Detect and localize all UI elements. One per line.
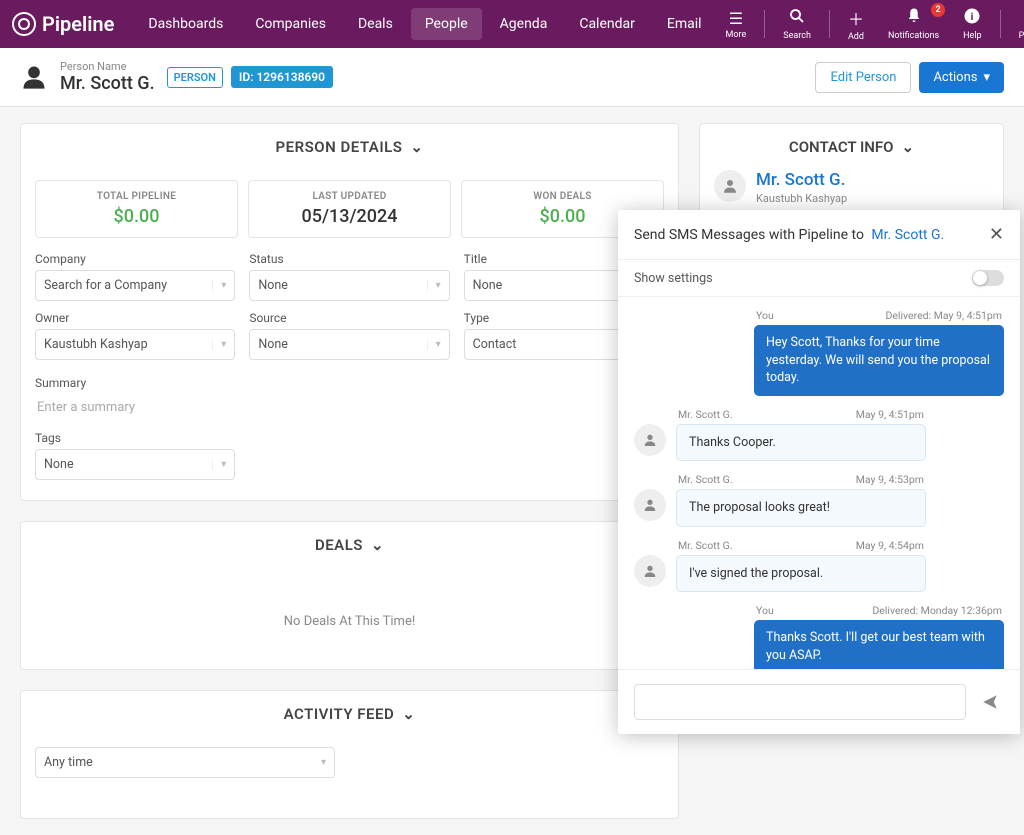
nav-dashboards[interactable]: Dashboards (134, 8, 237, 40)
chevron-down-icon: ⌄ (371, 536, 384, 554)
search-icon (788, 7, 806, 29)
source-select[interactable]: None▾ (249, 329, 449, 360)
sms-message-in: The proposal looks great! (676, 489, 926, 527)
nav-deals[interactable]: Deals (344, 8, 407, 40)
tags-select[interactable]: None▾ (35, 449, 235, 480)
chevron-down-icon: ▾ (212, 280, 226, 291)
stat-last-updated: LAST UPDATED 05/13/2024 (248, 180, 451, 238)
chevron-down-icon: ▾ (321, 757, 326, 768)
sms-title: Send SMS Messages with Pipeline to Mr. S… (634, 227, 944, 243)
sms-message-in: Thanks Cooper. (676, 424, 926, 462)
deals-empty-message: No Deals At This Time! (35, 614, 664, 629)
nav-profile[interactable]: Profile (1009, 3, 1024, 45)
nav-people[interactable]: People (411, 8, 482, 40)
chevron-down-icon: ▾ (427, 339, 441, 350)
edit-person-button[interactable]: Edit Person (815, 62, 911, 93)
nav-email[interactable]: Email (653, 8, 716, 40)
chevron-down-icon: ⌄ (410, 138, 423, 156)
send-icon (981, 693, 999, 711)
person-avatar-icon (20, 63, 48, 91)
close-icon[interactable]: ✕ (989, 224, 1004, 245)
contact-avatar (714, 170, 746, 202)
activity-time-filter[interactable]: Any time ▾ (35, 747, 335, 778)
contact-info-heading[interactable]: CONTACT INFO ⌄ (700, 124, 1003, 170)
brand[interactable]: Pipeline (12, 12, 114, 36)
menu-icon: ☰ (729, 9, 743, 28)
nav-calendar[interactable]: Calendar (565, 8, 649, 40)
tags-label: Tags (35, 431, 235, 445)
info-icon: i (963, 7, 981, 29)
contact-name-link[interactable]: Mr. Scott G. (756, 170, 847, 190)
person-details-panel: PERSON DETAILS ⌄ TOTAL PIPELINE $0.00 LA… (20, 123, 679, 501)
type-chip: PERSON (167, 67, 223, 88)
company-label: Company (35, 252, 235, 266)
contact-info-panel: CONTACT INFO ⌄ Mr. Scott G. Kaustubh Kas… (699, 123, 1004, 220)
chevron-down-icon: ▾ (212, 459, 226, 470)
nav-agenda[interactable]: Agenda (486, 8, 562, 40)
notification-badge: 2 (931, 3, 945, 17)
deals-panel: DEALS ⌄ No Deals At This Time! (20, 521, 679, 670)
status-label: Status (249, 252, 449, 266)
chevron-down-icon: ⌄ (902, 138, 915, 156)
sms-compose-input[interactable] (634, 684, 966, 720)
sms-settings-toggle[interactable] (972, 270, 1004, 286)
owner-label: Owner (35, 311, 235, 325)
chevron-down-icon: ▾ (427, 280, 441, 291)
deals-heading[interactable]: DEALS ⌄ (21, 522, 678, 568)
sms-recipient-link[interactable]: Mr. Scott G. (871, 227, 944, 243)
person-eyebrow: Person Name (60, 60, 155, 73)
chevron-down-icon: ▾ (212, 339, 226, 350)
sender-avatar-icon (634, 489, 666, 521)
sms-message-out: Hey Scott, Thanks for your time yesterda… (754, 325, 1004, 396)
sms-thread: YouDelivered: May 9, 4:51pm Hey Scott, T… (618, 297, 1020, 669)
top-nav: Pipeline Dashboards Companies Deals Peop… (0, 0, 1024, 48)
summary-label: Summary (35, 376, 664, 390)
bell-icon (905, 7, 923, 29)
activity-heading[interactable]: ACTIVITY FEED ⌄ (21, 691, 678, 737)
person-details-heading[interactable]: PERSON DETAILS ⌄ (21, 124, 678, 170)
nav-companies[interactable]: Companies (241, 8, 340, 40)
stat-total-pipeline: TOTAL PIPELINE $0.00 (35, 180, 238, 238)
source-label: Source (249, 311, 449, 325)
svg-text:i: i (971, 10, 974, 23)
nav-search[interactable]: Search (773, 3, 821, 45)
company-select[interactable]: Search for a Company▾ (35, 270, 235, 301)
sms-send-button[interactable] (976, 688, 1004, 716)
sms-panel: Send SMS Messages with Pipeline to Mr. S… (618, 210, 1020, 734)
plus-icon: ＋ (848, 6, 864, 30)
owner-select[interactable]: Kaustubh Kashyap▾ (35, 329, 235, 360)
nav-add[interactable]: ＋ Add (838, 2, 874, 46)
id-chip: ID: 1296138690 (231, 66, 333, 88)
sender-avatar-icon (634, 555, 666, 587)
person-header: Person Name Mr. Scott G. PERSON ID: 1296… (0, 48, 1024, 107)
nav-help[interactable]: i Help (953, 3, 991, 45)
nav-more[interactable]: ☰ More (716, 5, 757, 44)
activity-panel: ACTIVITY FEED ⌄ Any time ▾ (20, 690, 679, 819)
chevron-down-icon: ⌄ (402, 705, 415, 723)
nav-tabs: Dashboards Companies Deals People Agenda… (134, 8, 715, 40)
contact-owner: Kaustubh Kashyap (756, 192, 847, 205)
nav-utilities: ☰ More Search ＋ Add 2 Notifications i He (716, 2, 1024, 46)
person-name: Mr. Scott G. (60, 73, 155, 94)
sms-settings-label: Show settings (634, 271, 713, 286)
chevron-down-icon: ▾ (983, 70, 990, 85)
status-select[interactable]: None▾ (249, 270, 449, 301)
brand-text: Pipeline (42, 12, 114, 36)
nav-notifications[interactable]: 2 Notifications (878, 3, 949, 45)
actions-button[interactable]: Actions ▾ (919, 62, 1004, 93)
summary-input[interactable]: Enter a summary (35, 394, 664, 421)
brand-icon (12, 12, 36, 36)
sender-avatar-icon (634, 424, 666, 456)
sms-message-out: Thanks Scott. I'll get our best team wit… (754, 620, 1004, 669)
sms-message-in: I've signed the proposal. (676, 555, 926, 593)
